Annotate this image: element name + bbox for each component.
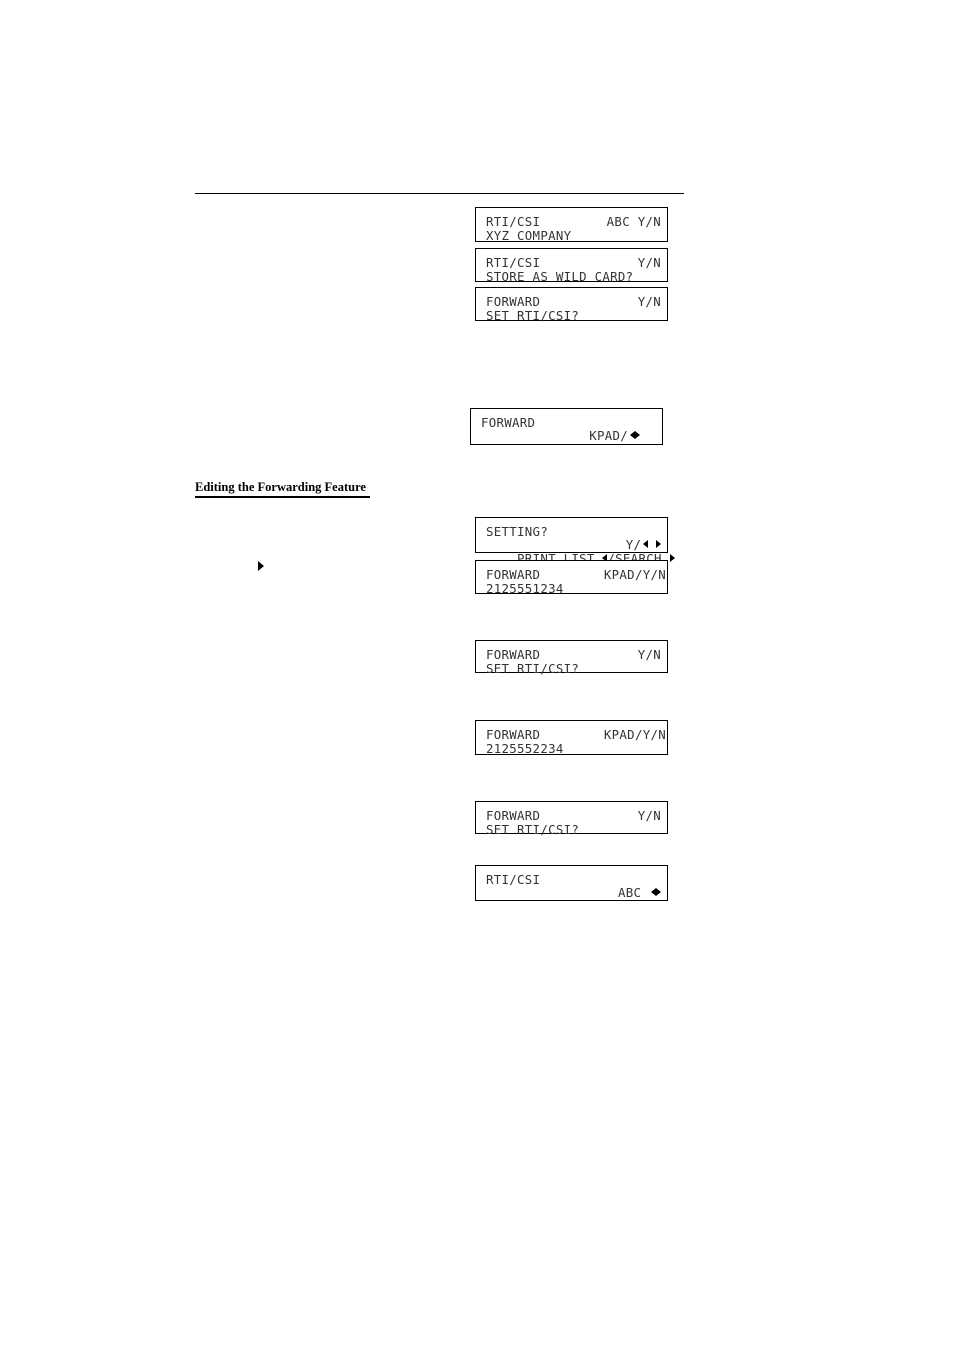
lcd-line1-left: FORWARD <box>486 808 541 823</box>
lcd-line1-left: RTI/CSI <box>486 872 541 887</box>
lcd-line1-left: RTI/CSI <box>486 214 541 229</box>
lcd-line1-left: FORWARD <box>486 647 541 662</box>
lcd-line2 <box>481 430 656 443</box>
lcd-display: RTI/CSI ABC <box>475 865 668 901</box>
lcd-display: FORWARD KPAD/Y/N 2125552234 <box>475 720 668 755</box>
lcd-display: FORWARD Y/N SET RTI/CSI? <box>475 287 668 323</box>
lcd-line2: STORE AS WILD CARD? <box>486 269 634 284</box>
right-arrow-icon <box>669 554 675 562</box>
lcd-line1-left: FORWARD <box>481 415 536 430</box>
lcd-line1-right: Y/N <box>637 255 661 270</box>
lcd-line2: XYZ COMPANY <box>486 228 572 243</box>
lcd-line1-left: RTI/CSI <box>486 255 541 270</box>
lcd-line2: SET RTI/CSI? <box>486 661 580 676</box>
lcd-line2: 2125551234 <box>486 581 564 596</box>
header-rule <box>195 193 684 194</box>
lcd-line1-left: SETTING? <box>486 524 549 539</box>
lcd-display: FORWARD KPAD/Y/N 2125551234 <box>475 560 668 596</box>
lcd-display: RTI/CSI Y/N STORE AS WILD CARD? <box>475 248 668 284</box>
lcd-line1-right: Y/N <box>637 647 661 662</box>
lcd-line1-right: KPAD/Y/N <box>603 727 666 742</box>
lcd-line1-right: KPAD/Y/N <box>603 567 666 582</box>
lcd-line2: SET RTI/CSI? <box>486 822 580 837</box>
lcd-line1-left: FORWARD <box>486 567 541 582</box>
lcd-display: FORWARD Y/N SET RTI/CSI? <box>475 640 668 676</box>
lcd-line1-left: FORWARD <box>486 294 541 309</box>
lcd-line2 <box>486 887 661 900</box>
lcd-line1-right: ABC Y/N <box>606 214 661 229</box>
lcd-line2: SET RTI/CSI? <box>486 308 580 323</box>
lcd-line1-right: Y/N <box>637 808 661 823</box>
lcd-display: SETTING? Y/ PRINT LIST /SEARCH <box>475 517 675 565</box>
lcd-line2: 2125552234 <box>486 741 564 756</box>
lcd-display: FORWARD Y/N SET RTI/CSI? <box>475 801 668 837</box>
lcd-line1-left: FORWARD <box>486 727 541 742</box>
lcd-display: FORWARD KPAD/ <box>470 408 663 445</box>
right-triangle-icon <box>258 561 264 571</box>
section-heading: Editing the Forwarding Feature <box>195 480 370 498</box>
lcd-display: RTI/CSI ABC Y/N XYZ COMPANY <box>475 207 668 242</box>
lcd-line1-right: Y/N <box>637 294 661 309</box>
